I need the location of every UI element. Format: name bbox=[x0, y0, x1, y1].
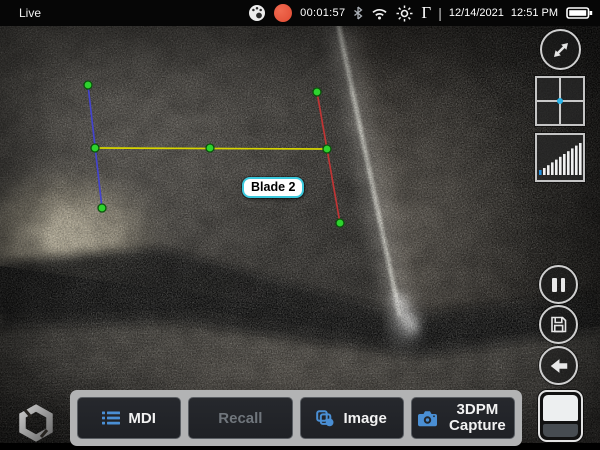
mdi-list-icon bbox=[102, 411, 120, 425]
measurement-cursor-point[interactable] bbox=[336, 219, 344, 227]
mdi-button-label: MDI bbox=[128, 410, 156, 427]
measurement-overlay[interactable] bbox=[0, 26, 600, 443]
palette-icon bbox=[248, 4, 266, 22]
measurement-cursor-point[interactable] bbox=[323, 145, 331, 153]
photos-icon bbox=[316, 410, 335, 427]
top-status-bar: Live 00:01:57 bbox=[0, 0, 600, 26]
recording-timer: 00:01:57 bbox=[300, 7, 345, 19]
expand-view-button[interactable] bbox=[540, 29, 581, 70]
3dpm-capture-button-label: 3DPM Capture bbox=[446, 402, 508, 435]
pause-icon bbox=[552, 278, 565, 292]
crosshair-center-dot bbox=[557, 98, 563, 104]
right-reference-line bbox=[317, 92, 340, 223]
toggle-bottom-panel bbox=[543, 424, 578, 437]
datetime: 12/14/2021 12:51 PM bbox=[449, 7, 558, 19]
save-button[interactable] bbox=[539, 305, 578, 344]
measurement-cursor-point[interactable] bbox=[206, 144, 214, 152]
wifi-icon bbox=[371, 7, 388, 20]
measurement-cursor-point[interactable] bbox=[313, 88, 321, 96]
softkey-page-toggle-button[interactable] bbox=[538, 390, 583, 442]
measurement-cursor-point[interactable] bbox=[98, 204, 106, 212]
back-arrow-icon bbox=[548, 355, 570, 377]
mdi-button[interactable]: MDI bbox=[77, 397, 181, 439]
live-indicator-label: Live bbox=[19, 6, 41, 20]
expand-arrows-icon bbox=[549, 38, 573, 62]
brightness-icon bbox=[396, 5, 413, 22]
back-button[interactable] bbox=[539, 346, 578, 385]
borescope-screen: Blade 2 Live 00:01:57 bbox=[0, 0, 600, 450]
live-video-view[interactable]: Blade 2 bbox=[0, 26, 600, 443]
camera-icon bbox=[417, 410, 438, 427]
recall-button-label: Recall bbox=[218, 410, 262, 427]
status-icon-cluster: 00:01:57 Γ | 12/14/2021 bbox=[248, 0, 593, 26]
time-text: 12:51 PM bbox=[511, 7, 558, 19]
date-text: 12/14/2021 bbox=[449, 7, 504, 19]
record-indicator bbox=[274, 4, 292, 22]
toggle-top-panel bbox=[543, 395, 578, 421]
gamma-indicator: Γ bbox=[421, 4, 431, 21]
softkey-bar: MDI Recall Image 3DPM Capture bbox=[70, 390, 522, 446]
separator: | bbox=[438, 5, 442, 21]
blade-label[interactable]: Blade 2 bbox=[242, 177, 304, 198]
waygate-logo bbox=[17, 404, 55, 447]
measurement-cursor-point[interactable] bbox=[84, 81, 92, 89]
bluetooth-icon bbox=[353, 6, 363, 20]
zoom-level-bars-button[interactable] bbox=[535, 133, 585, 182]
3dpm-capture-button[interactable]: 3DPM Capture bbox=[411, 397, 515, 439]
battery-icon bbox=[566, 6, 593, 20]
recall-button[interactable]: Recall bbox=[188, 397, 292, 439]
image-button-label: Image bbox=[343, 410, 386, 427]
measurement-cursor-point[interactable] bbox=[91, 144, 99, 152]
ascending-bars-icon bbox=[538, 139, 582, 177]
image-button[interactable]: Image bbox=[300, 397, 404, 439]
pause-button[interactable] bbox=[539, 265, 578, 304]
crosshair-target-button[interactable] bbox=[535, 76, 585, 126]
floppy-save-icon bbox=[548, 314, 569, 335]
